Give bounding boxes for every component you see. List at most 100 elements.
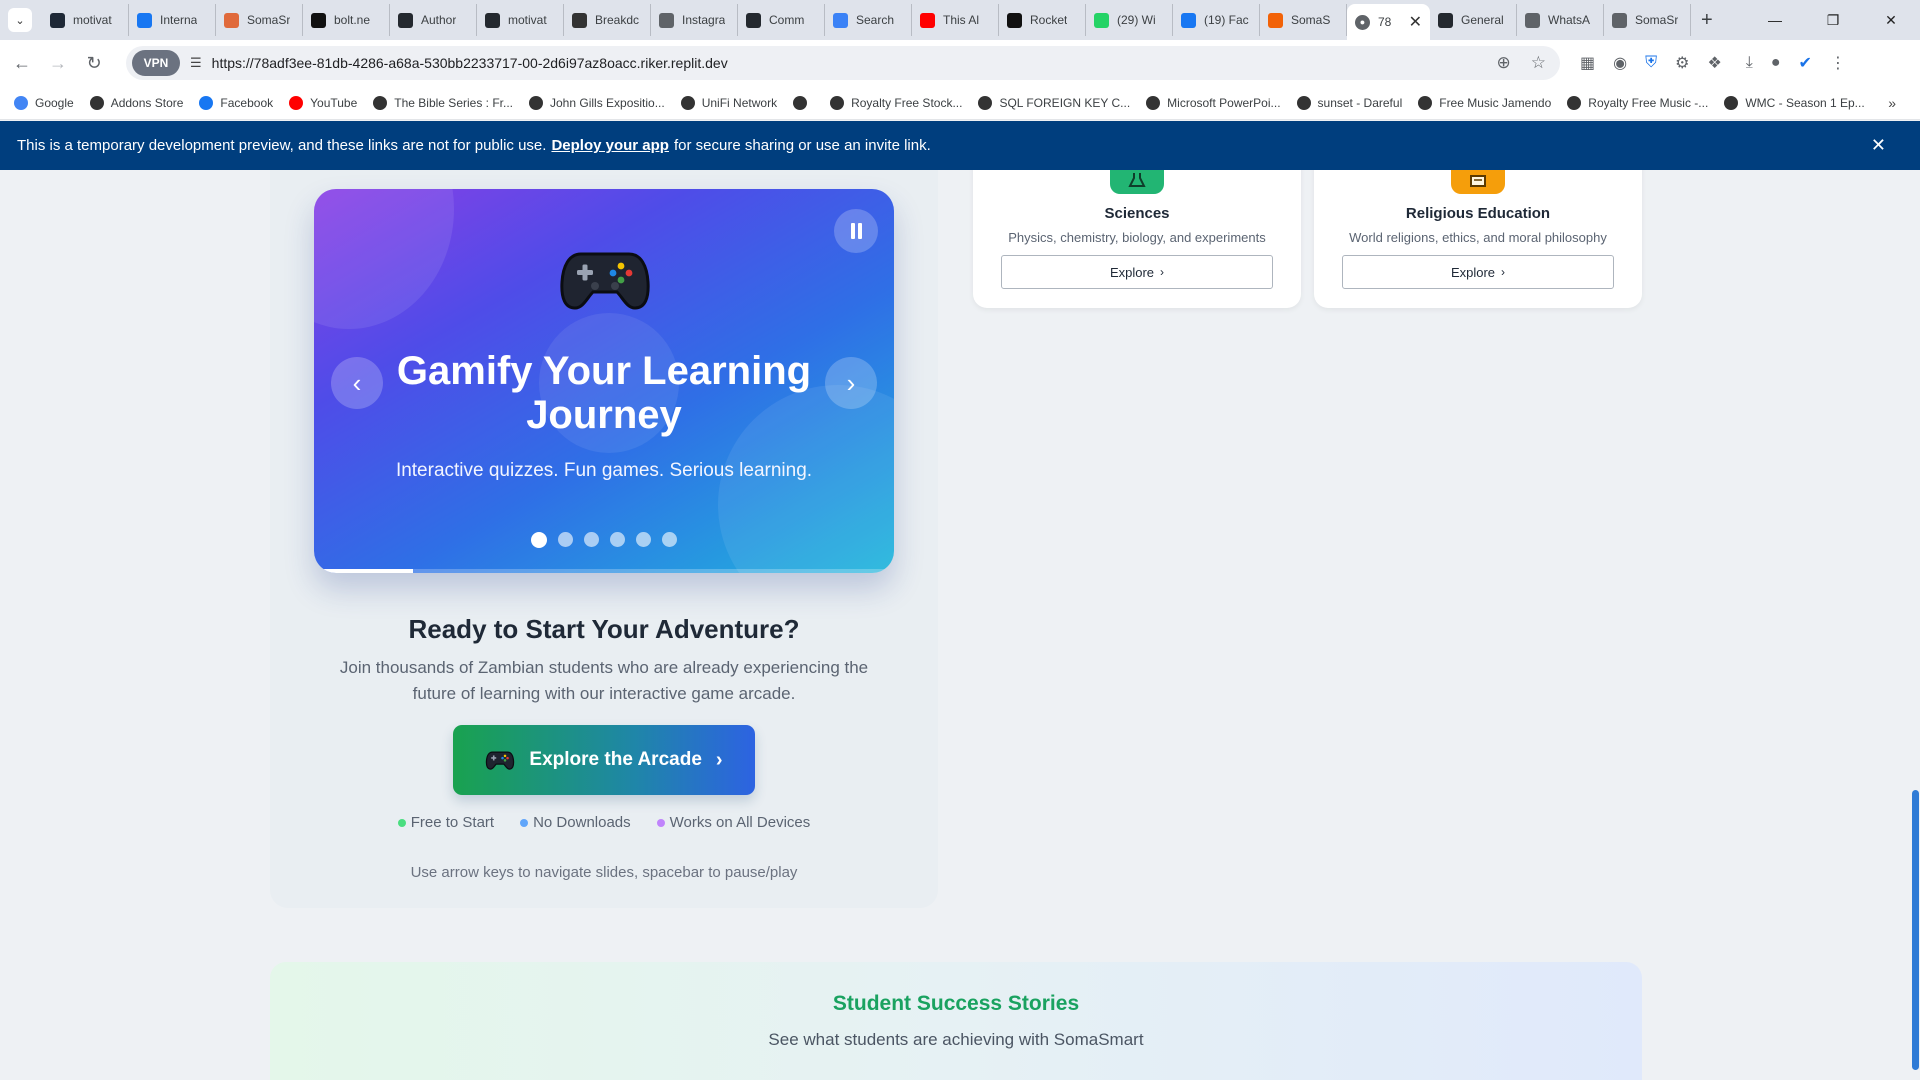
cta-title: Ready to Start Your Adventure? xyxy=(408,614,800,644)
more-bookmarks-icon[interactable]: » xyxy=(1888,95,1896,111)
explore-sciences-button[interactable]: Explore › xyxy=(1001,255,1273,289)
browser-tab[interactable]: Search xyxy=(825,4,912,36)
tab-title: SomaSr xyxy=(247,13,291,27)
browser-tab[interactable]: WhatsA xyxy=(1517,4,1604,36)
flask-icon xyxy=(1110,170,1164,194)
bookmark-item[interactable]: Royalty Free Music -... xyxy=(1567,95,1709,110)
browser-tab[interactable]: SomaS xyxy=(1260,4,1347,36)
feature-label: Works on All Devices xyxy=(669,814,811,831)
browser-tab[interactable]: Interna xyxy=(129,4,216,36)
security-check-icon[interactable]: ✔ xyxy=(1799,53,1812,73)
slide-dot[interactable] xyxy=(558,532,573,547)
youtube-icon xyxy=(920,12,935,28)
explore-arcade-button[interactable]: Explore the Arcade › xyxy=(453,725,755,795)
extension-icon[interactable]: ▦ xyxy=(1580,53,1595,73)
chevron-down-icon: ⌄ xyxy=(15,14,25,27)
back-icon[interactable]: ← xyxy=(4,53,40,74)
bookmark-item[interactable]: WMC - Season 1 Ep... xyxy=(1724,95,1865,110)
browser-tab[interactable]: SomaSr xyxy=(1604,4,1691,36)
slide-dot[interactable] xyxy=(531,532,547,548)
tab-search-button[interactable]: ⌄ xyxy=(8,8,32,32)
minimize-icon[interactable]: — xyxy=(1746,12,1804,29)
slide-dot[interactable] xyxy=(636,532,651,547)
site-info-icon[interactable]: ☰ xyxy=(190,55,202,71)
bookmark-item[interactable] xyxy=(793,95,814,110)
previous-slide-button[interactable]: ‹ xyxy=(331,357,383,409)
next-slide-button[interactable]: › xyxy=(825,357,877,409)
vpn-badge[interactable]: VPN xyxy=(132,50,180,76)
restore-icon[interactable]: ❐ xyxy=(1804,12,1862,29)
cta-description: Join thousands of Zambian students who a… xyxy=(339,658,869,703)
browser-tab[interactable]: Author xyxy=(390,4,477,36)
explore-religious-education-button[interactable]: Explore › xyxy=(1342,255,1614,289)
bookmark-label: Royalty Free Music -... xyxy=(1588,95,1709,110)
translate-icon[interactable]: ⚙ xyxy=(1675,53,1689,73)
bookmark-label: Royalty Free Stock... xyxy=(851,95,963,110)
bookmark-item[interactable]: Facebook xyxy=(199,95,273,110)
bookmark-item[interactable]: Free Music Jamendo xyxy=(1418,95,1551,110)
browser-tab[interactable]: This Al xyxy=(912,4,999,36)
bookmark-item[interactable]: Addons Store xyxy=(89,95,183,110)
new-tab-button[interactable]: + xyxy=(1701,9,1713,32)
bookmark-item[interactable]: SQL FOREIGN KEY C... xyxy=(978,95,1130,110)
active-tab[interactable]: ● 78 ✕ xyxy=(1347,4,1430,40)
puzzle-icon[interactable]: ❖ xyxy=(1707,53,1721,73)
facebook-icon xyxy=(1181,12,1196,28)
bookmark-item[interactable]: YouTube xyxy=(289,95,358,110)
feature-item: No Downloads xyxy=(520,814,631,831)
github-icon xyxy=(746,12,761,28)
url-text[interactable]: https://78adf3ee-81db-4286-a68a-530bb223… xyxy=(212,55,728,71)
browser-tab[interactable]: motivat xyxy=(477,4,564,36)
download-icon[interactable]: ⤓ xyxy=(1746,54,1753,72)
slide-dot[interactable] xyxy=(610,532,625,547)
bookmark-label: The Bible Series : Fr... xyxy=(394,95,513,110)
browser-tab[interactable]: (29) Wi xyxy=(1086,4,1173,36)
browser-tab[interactable]: SomaSr xyxy=(216,4,303,36)
deploy-link[interactable]: Deploy your app xyxy=(551,137,669,154)
bookmark-item[interactable]: Google xyxy=(14,95,74,110)
slide-dot[interactable] xyxy=(662,532,677,547)
bookmark-favicon-icon xyxy=(14,95,28,110)
close-window-icon[interactable]: ✕ xyxy=(1862,12,1920,29)
slide-progress-fill xyxy=(314,569,413,573)
browser-tab[interactable]: bolt.ne xyxy=(303,4,390,36)
browser-tab[interactable]: motivat xyxy=(42,4,129,36)
reload-icon[interactable]: ↻ xyxy=(76,53,112,74)
scrollbar-thumb[interactable] xyxy=(1912,790,1919,1070)
browser-toolbar: ← → ↻ VPN ☰ https://78adf3ee-81db-4286-a… xyxy=(0,40,1920,86)
bookmark-item[interactable]: sunset - Dareful xyxy=(1296,95,1403,110)
slide-dot[interactable] xyxy=(584,532,599,547)
browser-tab[interactable]: Instagra xyxy=(651,4,738,36)
menu-icon[interactable]: ⋮ xyxy=(1830,53,1846,73)
feature-item: Free to Start xyxy=(397,814,494,831)
pause-button[interactable] xyxy=(834,209,878,253)
bookmark-item[interactable]: John Gills Expositio... xyxy=(529,95,665,110)
bookmark-label: sunset - Dareful xyxy=(1317,95,1403,110)
browser-tab[interactable]: Rocket xyxy=(999,4,1086,36)
browser-tab[interactable]: Breakdc xyxy=(564,4,651,36)
tab-title: SomaSr xyxy=(1635,13,1679,27)
slide-title: Gamify Your Learning Journey xyxy=(396,349,812,437)
tab-title: WhatsA xyxy=(1548,13,1591,27)
bookmark-label: YouTube xyxy=(310,95,358,110)
subject-name: Sciences xyxy=(1104,205,1170,222)
page-scrollbar[interactable] xyxy=(1910,170,1920,1080)
bookmark-item[interactable]: UniFi Network xyxy=(680,95,777,110)
forward-icon[interactable]: → xyxy=(40,53,76,74)
close-tab-icon[interactable]: ✕ xyxy=(1409,12,1422,32)
bookmark-item[interactable]: The Bible Series : Fr... xyxy=(373,95,513,110)
tab-title: Interna xyxy=(160,13,198,27)
bookmark-star-icon[interactable]: ☆ xyxy=(1531,53,1546,73)
zoom-icon[interactable]: ⊕ xyxy=(1497,53,1511,73)
profile-icon[interactable]: ● xyxy=(1771,54,1781,72)
browser-tab[interactable]: General xyxy=(1430,4,1517,36)
extension-icon[interactable]: ◉ xyxy=(1613,53,1627,73)
bookmark-item[interactable]: Microsoft PowerPoi... xyxy=(1146,95,1281,110)
address-bar[interactable]: VPN ☰ https://78adf3ee-81db-4286-a68a-53… xyxy=(126,46,1560,80)
bookmark-item[interactable]: Royalty Free Stock... xyxy=(830,95,963,110)
browser-tab[interactable]: (19) Fac xyxy=(1173,4,1260,36)
browser-tab[interactable]: Comm xyxy=(738,4,825,36)
subject-card-sciences: Sciences Physics, chemistry, biology, an… xyxy=(973,170,1301,308)
shield-icon[interactable]: ⛨ xyxy=(1645,54,1657,72)
close-banner-icon[interactable]: ✕ xyxy=(1871,135,1886,156)
